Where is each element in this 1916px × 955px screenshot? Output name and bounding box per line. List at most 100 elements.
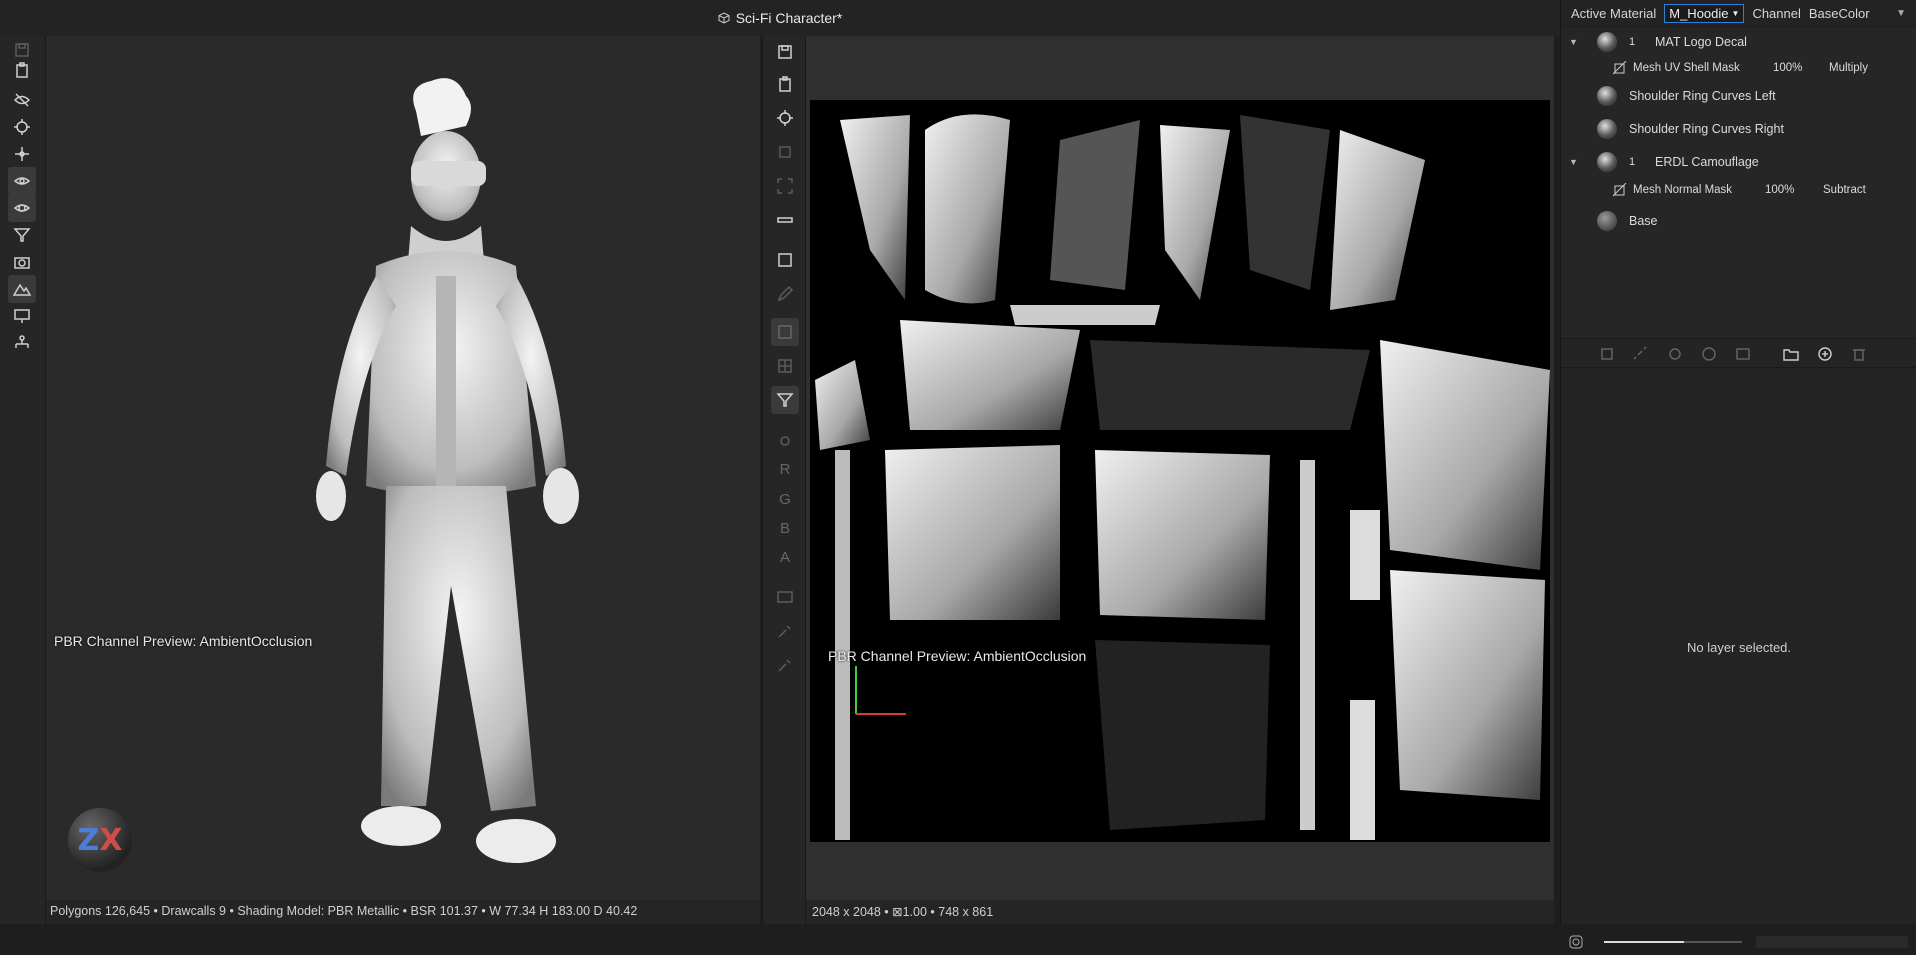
isolate-eye-icon[interactable] [8, 194, 36, 222]
presentation-icon[interactable] [8, 302, 36, 330]
uv-status-bar: 2048 x 2048 • ⊠1.00 • 748 x 861 [806, 900, 1554, 924]
layer-name: ERDL Camouflage [1655, 155, 1759, 169]
channel-b[interactable]: B [771, 517, 799, 541]
bottom-bar [0, 924, 1916, 955]
image-icon[interactable] [771, 583, 799, 611]
gizmo-z-label: Z [77, 822, 100, 858]
uv-axis-icon [855, 666, 906, 715]
link-icon[interactable] [1633, 346, 1649, 362]
fill-icon[interactable] [1667, 346, 1683, 362]
layer-item[interactable]: Shoulder Ring Curves Left [1561, 81, 1916, 111]
rect-select-icon[interactable] [771, 246, 799, 274]
layer-name: Shoulder Ring Curves Right [1629, 122, 1784, 136]
layer-item[interactable]: Shoulder Ring Curves Right [1561, 114, 1916, 144]
layer-index: 1 [1629, 36, 1636, 48]
delete-icon[interactable] [1851, 346, 1867, 362]
camera-icon[interactable] [8, 248, 36, 276]
cube-icon [718, 12, 730, 24]
material-header: Active Material M_Hoodie ▼ Channel BaseC… [1561, 0, 1916, 26]
layer-thumbnail [1597, 119, 1617, 139]
target-icon[interactable] [771, 104, 799, 132]
filter-icon[interactable] [8, 221, 36, 249]
uv-shells [815, 114, 1550, 840]
layer-thumbnail [1597, 211, 1617, 231]
uv-viewport[interactable]: PBR Channel Preview: AmbientOcclusion [806, 36, 1554, 900]
add-layer-icon[interactable] [1817, 346, 1833, 362]
channel-r[interactable]: R [771, 458, 799, 482]
mask-item[interactable]: Mesh UV Shell Mask 100% Multiply [1561, 56, 1916, 80]
grid-icon[interactable] [771, 352, 799, 380]
mask-blend-mode[interactable]: Subtract [1823, 184, 1866, 196]
uv-filter-icon[interactable] [771, 386, 799, 414]
left-toolbar [0, 36, 46, 924]
channel-label: Channel [1752, 5, 1801, 21]
save-uv-icon[interactable] [771, 38, 799, 66]
pen-icon[interactable] [771, 280, 799, 308]
channel-dropdown[interactable]: BaseColor [1809, 6, 1870, 21]
mask-name: Mesh UV Shell Mask [1633, 62, 1740, 74]
fit-selection-icon[interactable] [771, 138, 799, 166]
uv-toolbar: R G B A [762, 36, 806, 924]
mask-opacity[interactable]: 100% [1773, 62, 1802, 74]
gizmo-x-label: X [99, 822, 123, 858]
layer-item[interactable]: ▼ 1 ERDL Camouflage [1561, 147, 1916, 177]
layer-thumbnail [1597, 152, 1617, 172]
channel-a[interactable]: A [771, 546, 799, 570]
eyedropper-icon[interactable] [771, 617, 799, 645]
clipboard-icon[interactable] [8, 56, 36, 84]
mask-name: Mesh Normal Mask [1633, 184, 1733, 196]
active-material-dropdown[interactable]: M_Hoodie ▼ [1664, 3, 1745, 23]
mask-opacity[interactable]: 100% [1765, 184, 1794, 196]
view-eye-icon[interactable] [8, 167, 36, 195]
material-panel: Active Material M_Hoodie ▼ Channel BaseC… [1560, 0, 1916, 924]
move-icon[interactable] [8, 140, 36, 168]
terrain-icon[interactable] [8, 275, 36, 303]
layer-thumbnail [1597, 32, 1617, 52]
mask-icon [1613, 183, 1627, 197]
expand-caret-icon[interactable]: ▼ [1569, 157, 1578, 167]
layer-item[interactable]: Base [1561, 206, 1916, 236]
layer-index: 1 [1629, 156, 1636, 168]
axis-gizmo[interactable]: ZX [68, 808, 132, 872]
character-model [316, 78, 579, 863]
eyedropper-alt-icon[interactable] [771, 651, 799, 679]
channel-dropdown-caret-icon[interactable]: ▼ [1896, 8, 1906, 19]
layer-actions-bar [1561, 338, 1916, 368]
layer-name: MAT Logo Decal [1655, 35, 1747, 49]
crosshair-icon[interactable] [8, 113, 36, 141]
layer-item[interactable]: ▼ 1 MAT Logo Decal [1561, 28, 1916, 56]
mask-icon [1613, 61, 1627, 75]
frame-icon[interactable] [771, 172, 799, 200]
no-layer-selected-text: No layer selected. [1686, 639, 1792, 655]
bottom-input-field[interactable] [1756, 936, 1908, 948]
active-material-value: M_Hoodie [1669, 5, 1729, 21]
settings-icon[interactable] [1568, 934, 1584, 950]
add-mask-icon[interactable] [1599, 346, 1615, 362]
add-folder-icon[interactable] [1783, 346, 1799, 362]
clipboard-uv-icon[interactable] [771, 70, 799, 98]
expand-caret-icon[interactable]: ▼ [1569, 37, 1578, 47]
layer-properties: No layer selected. [1561, 370, 1916, 924]
active-material-label: Active Material [1571, 5, 1657, 21]
layer-name: Base [1629, 214, 1658, 228]
window-title: Sci-Fi Character* [718, 10, 843, 26]
layer-list: ▼ 1 MAT Logo Decal Mesh UV Shell Mask 10… [1561, 28, 1916, 338]
checker-icon[interactable] [771, 318, 799, 346]
mask-blend-mode[interactable]: Multiply [1829, 62, 1868, 74]
layer-thumbnail [1597, 86, 1617, 106]
contrast-icon[interactable] [1701, 346, 1717, 362]
layer-name: Shoulder Ring Curves Left [1629, 89, 1776, 103]
ruler-icon[interactable] [771, 206, 799, 234]
viewport-status-bar: Polygons 126,645 • Drawcalls 9 • Shading… [46, 900, 760, 924]
dropdown-caret-icon: ▼ [1731, 8, 1740, 18]
uv-texture-map: PBR Channel Preview: AmbientOcclusion [810, 100, 1550, 842]
title-bar: Sci-Fi Character* [0, 0, 1560, 36]
hierarchy-icon[interactable] [8, 329, 36, 357]
hide-eye-icon[interactable] [8, 86, 36, 114]
3d-viewport[interactable]: PBR Channel Preview: AmbientOcclusion ZX [46, 36, 760, 900]
channel-g[interactable]: G [771, 488, 799, 512]
light-icon[interactable] [771, 428, 799, 456]
window-title-text: Sci-Fi Character* [735, 10, 843, 26]
image-layer-icon[interactable] [1735, 346, 1751, 362]
mask-item[interactable]: Mesh Normal Mask 100% Subtract [1561, 178, 1916, 202]
